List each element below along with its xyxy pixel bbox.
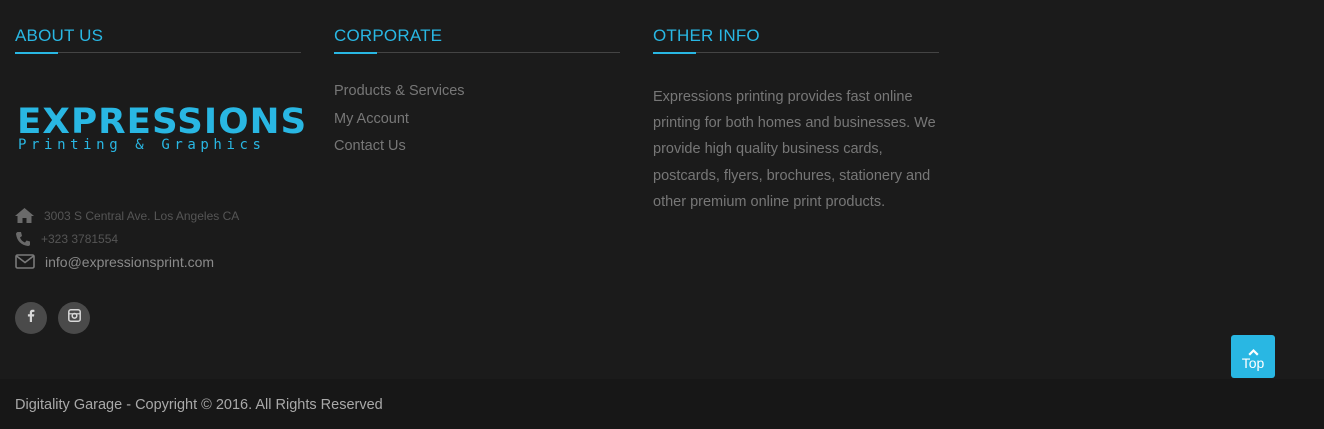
phone-text: +323 3781554 (41, 231, 119, 246)
copyright-bar: Digitality Garage - Copyright © 2016. Al… (0, 379, 1324, 429)
site-footer: ABOUT US EXPRESSIONS Printing & Graphics… (0, 0, 1324, 429)
address-text: 3003 S Central Ave. Los Angeles CA (44, 208, 240, 223)
back-to-top-label: Top (1241, 354, 1265, 371)
corporate-title: CORPORATE (334, 26, 443, 45)
facebook-icon (27, 309, 35, 327)
expressions-logo[interactable]: EXPRESSIONS Printing & Graphics (17, 105, 306, 153)
other-info-divider (653, 52, 939, 54)
instagram-icon (67, 309, 81, 327)
instagram-button[interactable] (58, 302, 90, 334)
other-info-title: OTHER INFO (653, 26, 760, 45)
about-us-divider (15, 52, 301, 54)
link-contact-us[interactable]: Contact Us (334, 137, 620, 165)
social-links (15, 302, 90, 334)
corporate-column: CORPORATE Products & Services My Account… (334, 26, 620, 165)
email-row[interactable]: info@expressionsprint.com (15, 250, 305, 273)
other-info-column: OTHER INFO Expressions printing provides… (653, 26, 939, 215)
other-info-text: Expressions printing provides fast onlin… (653, 89, 936, 210)
link-my-account[interactable]: My Account (334, 110, 620, 138)
about-us-title: ABOUT US (15, 26, 104, 45)
corporate-divider (334, 52, 620, 54)
copyright-text: Digitality Garage - Copyright © 2016. Al… (15, 397, 383, 413)
facebook-button[interactable] (15, 302, 47, 334)
contact-info: 3003 S Central Ave. Los Angeles CA +323 … (15, 204, 305, 273)
phone-row: +323 3781554 (15, 227, 305, 250)
email-link[interactable]: info@expressionsprint.com (45, 254, 214, 270)
link-products-services[interactable]: Products & Services (334, 82, 620, 110)
chevron-up-icon (1247, 344, 1259, 356)
envelope-icon (15, 253, 35, 271)
address-row: 3003 S Central Ave. Los Angeles CA (15, 204, 305, 227)
corporate-links: Products & Services My Account Contact U… (334, 82, 620, 165)
home-icon (15, 207, 35, 225)
logo-wordmark: EXPRESSIONS (17, 102, 308, 142)
back-to-top-button[interactable]: Top (1231, 335, 1275, 378)
about-us-column: ABOUT US EXPRESSIONS Printing & Graphics… (15, 26, 306, 334)
phone-icon (15, 230, 35, 248)
